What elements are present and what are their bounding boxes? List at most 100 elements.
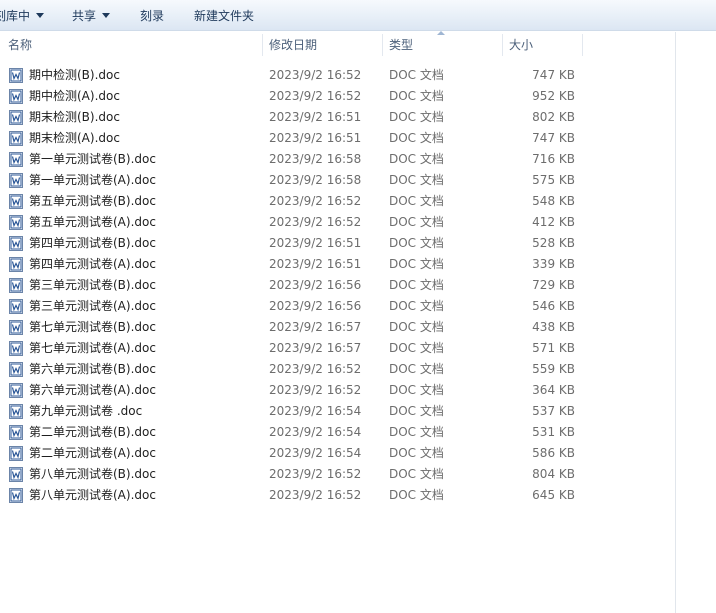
file-date: 2023/9/2 16:58 [269, 152, 362, 166]
column-header-type[interactable]: 类型 [389, 32, 502, 56]
file-name[interactable]: 第八单元测试卷(A).doc [29, 485, 156, 506]
file-row[interactable]: 期末检测(A).doc 2023/9/2 16:51 DOC 文档 747 KB [0, 128, 675, 149]
file-row[interactable]: 第五单元测试卷(A).doc 2023/9/2 16:52 DOC 文档 412 KB [0, 212, 675, 233]
column-divider[interactable] [262, 34, 263, 56]
file-type: DOC 文档 [389, 236, 444, 250]
file-date: 2023/9/2 16:52 [269, 215, 362, 229]
file-size: 575 KB [532, 173, 575, 187]
file-size: 645 KB [532, 488, 575, 502]
file-date: 2023/9/2 16:51 [269, 236, 362, 250]
chevron-down-icon [36, 13, 45, 18]
file-row[interactable]: 第六单元测试卷(A).doc 2023/9/2 16:52 DOC 文档 364 KB [0, 380, 675, 401]
file-date: 2023/9/2 16:51 [269, 257, 362, 271]
file-row[interactable]: 第六单元测试卷(B).doc 2023/9/2 16:52 DOC 文档 559 KB [0, 359, 675, 380]
word-doc-icon [9, 467, 23, 482]
file-type: DOC 文档 [389, 152, 444, 166]
file-date: 2023/9/2 16:52 [269, 488, 362, 502]
file-date: 2023/9/2 16:56 [269, 299, 362, 313]
file-row[interactable]: 第七单元测试卷(A).doc 2023/9/2 16:57 DOC 文档 571 KB [0, 338, 675, 359]
file-date: 2023/9/2 16:52 [269, 467, 362, 481]
file-type: DOC 文档 [389, 320, 444, 334]
file-name[interactable]: 第六单元测试卷(B).doc [29, 359, 156, 380]
file-name[interactable]: 期末检测(B).doc [29, 107, 120, 128]
word-doc-icon [9, 278, 23, 293]
file-row[interactable]: 第八单元测试卷(B).doc 2023/9/2 16:52 DOC 文档 804 KB [0, 464, 675, 485]
word-doc-icon [9, 68, 23, 83]
file-date: 2023/9/2 16:52 [269, 89, 362, 103]
column-divider[interactable] [582, 34, 583, 56]
word-doc-icon [9, 446, 23, 461]
file-row[interactable]: 第二单元测试卷(A).doc 2023/9/2 16:54 DOC 文档 586 KB [0, 443, 675, 464]
word-doc-icon [9, 236, 23, 251]
file-name[interactable]: 第四单元测试卷(A).doc [29, 254, 156, 275]
file-row[interactable]: 期末检测(B).doc 2023/9/2 16:51 DOC 文档 802 KB [0, 107, 675, 128]
file-size: 412 KB [532, 215, 575, 229]
word-doc-icon [9, 362, 23, 377]
word-doc-icon [9, 404, 23, 419]
file-row[interactable]: 第八单元测试卷(A).doc 2023/9/2 16:52 DOC 文档 645 KB [0, 485, 675, 506]
word-doc-icon [9, 425, 23, 440]
file-row[interactable]: 第五单元测试卷(B).doc 2023/9/2 16:52 DOC 文档 548 KB [0, 191, 675, 212]
word-doc-icon [9, 110, 23, 125]
file-name[interactable]: 第八单元测试卷(B).doc [29, 464, 156, 485]
file-row[interactable]: 第一单元测试卷(A).doc 2023/9/2 16:58 DOC 文档 575 KB [0, 170, 675, 191]
share-menu[interactable]: 共享 [72, 8, 111, 24]
file-type: DOC 文档 [389, 362, 444, 376]
file-type: DOC 文档 [389, 467, 444, 481]
file-row[interactable]: 第七单元测试卷(B).doc 2023/9/2 16:57 DOC 文档 438 KB [0, 317, 675, 338]
file-row[interactable]: 期中检测(A).doc 2023/9/2 16:52 DOC 文档 952 KB [0, 86, 675, 107]
file-row[interactable]: 第九单元测试卷 .doc 2023/9/2 16:54 DOC 文档 537 KB [0, 401, 675, 422]
file-name[interactable]: 第四单元测试卷(B).doc [29, 233, 156, 254]
file-name[interactable]: 第一单元测试卷(B).doc [29, 149, 156, 170]
word-doc-icon [9, 215, 23, 230]
column-divider[interactable] [382, 34, 383, 56]
file-row[interactable]: 第三单元测试卷(A).doc 2023/9/2 16:56 DOC 文档 546 KB [0, 296, 675, 317]
file-name[interactable]: 第七单元测试卷(B).doc [29, 317, 156, 338]
file-size: 548 KB [532, 194, 575, 208]
file-date: 2023/9/2 16:51 [269, 110, 362, 124]
file-size: 952 KB [532, 89, 575, 103]
file-size: 438 KB [532, 320, 575, 334]
file-size: 339 KB [532, 257, 575, 271]
column-header-size[interactable]: 大小 [509, 32, 582, 56]
file-type: DOC 文档 [389, 299, 444, 313]
file-name[interactable]: 第三单元测试卷(B).doc [29, 275, 156, 296]
file-size: 537 KB [532, 404, 575, 418]
file-type: DOC 文档 [389, 425, 444, 439]
file-date: 2023/9/2 16:54 [269, 404, 362, 418]
column-header-name[interactable]: 名称 [8, 32, 262, 56]
burn-button[interactable]: 刻录 [140, 8, 164, 24]
file-size: 559 KB [532, 362, 575, 376]
file-name[interactable]: 第五单元测试卷(A).doc [29, 212, 156, 233]
file-row[interactable]: 期中检测(B).doc 2023/9/2 16:52 DOC 文档 747 KB [0, 65, 675, 86]
file-type: DOC 文档 [389, 257, 444, 271]
burn-library-menu[interactable]: 刻库中 [0, 8, 45, 24]
file-name[interactable]: 期中检测(A).doc [29, 86, 120, 107]
new-folder-button[interactable]: 新建文件夹 [194, 8, 254, 24]
file-name[interactable]: 第九单元测试卷 .doc [29, 401, 142, 422]
file-type: DOC 文档 [389, 488, 444, 502]
word-doc-icon [9, 257, 23, 272]
file-name[interactable]: 第三单元测试卷(A).doc [29, 296, 156, 317]
file-name[interactable]: 第二单元测试卷(B).doc [29, 422, 156, 443]
column-header-date[interactable]: 修改日期 [269, 32, 382, 56]
file-row[interactable]: 第一单元测试卷(B).doc 2023/9/2 16:58 DOC 文档 716 KB [0, 149, 675, 170]
file-size: 747 KB [532, 131, 575, 145]
file-row[interactable]: 第四单元测试卷(A).doc 2023/9/2 16:51 DOC 文档 339 KB [0, 254, 675, 275]
file-row[interactable]: 第四单元测试卷(B).doc 2023/9/2 16:51 DOC 文档 528 KB [0, 233, 675, 254]
file-row[interactable]: 第二单元测试卷(B).doc 2023/9/2 16:54 DOC 文档 531 KB [0, 422, 675, 443]
file-row[interactable]: 第三单元测试卷(B).doc 2023/9/2 16:56 DOC 文档 729 KB [0, 275, 675, 296]
file-name[interactable]: 第一单元测试卷(A).doc [29, 170, 156, 191]
file-date: 2023/9/2 16:52 [269, 362, 362, 376]
file-name[interactable]: 期中检测(B).doc [29, 65, 120, 86]
file-name[interactable]: 第六单元测试卷(A).doc [29, 380, 156, 401]
file-date: 2023/9/2 16:56 [269, 278, 362, 292]
file-size: 546 KB [532, 299, 575, 313]
new-folder-label: 新建文件夹 [194, 9, 255, 23]
file-name[interactable]: 第二单元测试卷(A).doc [29, 443, 156, 464]
file-name[interactable]: 第七单元测试卷(A).doc [29, 338, 156, 359]
file-type: DOC 文档 [389, 131, 444, 145]
column-divider[interactable] [502, 34, 503, 56]
file-name[interactable]: 期末检测(A).doc [29, 128, 120, 149]
file-name[interactable]: 第五单元测试卷(B).doc [29, 191, 156, 212]
